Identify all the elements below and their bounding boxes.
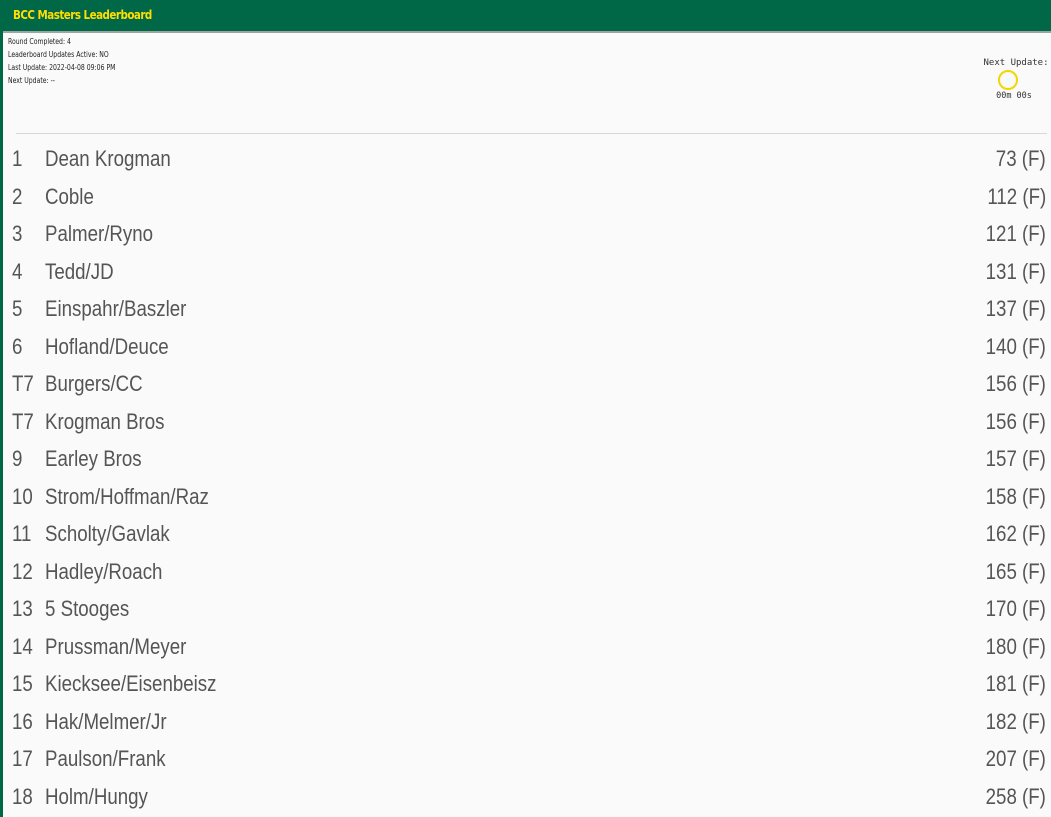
row-score: 158 (F) (985, 483, 1046, 509)
row-position: 6 (12, 333, 23, 359)
next-update-text: Next Update: -- (8, 76, 56, 85)
leaderboard-row: T7 Burgers/CC 156 (F) (3, 366, 1051, 404)
updates-active-text: Leaderboard Updates Active: NO (8, 50, 109, 59)
leaderboard-row: 18 Holm/Hungy 258 (F) (3, 779, 1051, 817)
row-team-name: 5 Stooges (45, 596, 130, 621)
leaderboard-row: 6 Hofland/Deuce 140 (F) (3, 329, 1051, 367)
row-position: 1 (12, 146, 23, 171)
leaderboard-row: 13 5 Stooges 170 (F) (3, 591, 1051, 629)
row-score: 182 (F) (985, 708, 1046, 734)
row-score: 140 (F) (985, 333, 1046, 359)
row-position: 2 (12, 183, 23, 209)
row-position: 4 (12, 258, 23, 284)
leaderboard-row: 10 Strom/Hoffman/Raz 158 (F) (3, 479, 1051, 517)
round-completed-text: Round Completed: 4 (8, 37, 71, 46)
app-header: BCC Masters Leaderboard (3, 0, 1051, 33)
leaderboard-row: 17 Paulson/Frank 207 (F) (3, 741, 1051, 779)
row-team-name: Prussman/Meyer (45, 633, 187, 659)
leaderboard-row: 12 Hadley/Roach 165 (F) (3, 554, 1051, 592)
row-score: 258 (F) (985, 783, 1046, 809)
row-team-name: Earley Bros (45, 446, 142, 471)
leaderboard-row: 2 Coble 112 (F) (3, 179, 1051, 217)
row-score: 121 (F) (985, 221, 1046, 246)
status-info: Round Completed: 4 Leaderboard Updates A… (8, 35, 115, 87)
row-position: 11 (12, 521, 32, 546)
row-position: 18 (12, 783, 33, 809)
row-team-name: Krogman Bros (45, 408, 165, 434)
leaderboard-row: 3 Palmer/Ryno 121 (F) (3, 216, 1051, 254)
row-score: 73 (F) (996, 146, 1046, 171)
leaderboard-row: 9 Earley Bros 157 (F) (3, 441, 1051, 479)
row-team-name: Strom/Hoffman/Raz (45, 483, 209, 509)
row-score: 170 (F) (985, 596, 1046, 621)
row-team-name: Palmer/Ryno (45, 221, 154, 246)
row-team-name: Holm/Hungy (45, 783, 148, 809)
leaderboard-row: 1 Dean Krogman 73 (F) (3, 141, 1051, 179)
row-score: 162 (F) (985, 521, 1046, 546)
timer-value: 00m 00s (996, 91, 1032, 101)
row-score: 181 (F) (985, 671, 1046, 696)
last-update-text: Last Update: 2022-04-08 09:06 PM (8, 63, 116, 72)
leaderboard-list: 1 Dean Krogman 73 (F) 2 Coble 112 (F) 3 Palmer/… (3, 141, 1051, 816)
row-position: T7 (12, 408, 34, 434)
leaderboard-row: T7 Krogman Bros 156 (F) (3, 404, 1051, 442)
row-team-name: Einspahr/Baszler (45, 296, 187, 321)
row-team-name: Kiecksee/Eisenbeisz (45, 671, 217, 696)
row-team-name: Tedd/JD (45, 258, 114, 284)
row-team-name: Coble (45, 183, 94, 209)
row-score: 207 (F) (985, 746, 1046, 771)
row-position: 17 (12, 746, 33, 771)
row-team-name: Paulson/Frank (45, 746, 166, 771)
row-position: 16 (12, 708, 33, 734)
row-score: 156 (F) (985, 371, 1046, 396)
timer-label: Next Update: (983, 58, 1049, 68)
row-position: 5 (12, 296, 23, 321)
header-divider (16, 133, 1047, 134)
leaderboard-row: 4 Tedd/JD 131 (F) (3, 254, 1051, 292)
row-score: 157 (F) (985, 446, 1046, 471)
leaderboard-row: 5 Einspahr/Baszler 137 (F) (3, 291, 1051, 329)
leaderboard-row: 16 Hak/Melmer/Jr 182 (F) (3, 704, 1051, 742)
timer-ring-icon (998, 70, 1018, 90)
update-timer: Next Update: 00m 00s (981, 58, 1051, 101)
row-position: 15 (12, 671, 33, 696)
row-team-name: Hofland/Deuce (45, 333, 169, 359)
row-score: 180 (F) (985, 633, 1046, 659)
row-position: 13 (12, 596, 33, 621)
leaderboard-row: 11 Scholty/Gavlak 162 (F) (3, 516, 1051, 554)
row-position: 3 (12, 221, 23, 246)
app-title: BCC Masters Leaderboard (13, 8, 152, 22)
leaderboard-window: BCC Masters Leaderboard Round Completed:… (0, 0, 1051, 817)
row-score: 137 (F) (985, 296, 1046, 321)
leaderboard-row: 15 Kiecksee/Eisenbeisz 181 (F) (3, 666, 1051, 704)
row-score: 112 (F) (987, 183, 1046, 209)
row-position: 14 (12, 633, 33, 659)
row-score: 131 (F) (985, 258, 1046, 284)
row-team-name: Scholty/Gavlak (45, 521, 170, 546)
row-score: 165 (F) (985, 558, 1046, 584)
leaderboard-row: 14 Prussman/Meyer 180 (F) (3, 629, 1051, 667)
row-team-name: Hadley/Roach (45, 558, 163, 584)
row-score: 156 (F) (985, 408, 1046, 434)
row-team-name: Burgers/CC (45, 371, 143, 396)
row-position: 9 (12, 446, 23, 471)
row-team-name: Hak/Melmer/Jr (45, 708, 167, 734)
row-team-name: Dean Krogman (45, 146, 171, 171)
row-position: T7 (12, 371, 34, 396)
row-position: 12 (12, 558, 33, 584)
row-position: 10 (12, 483, 33, 509)
